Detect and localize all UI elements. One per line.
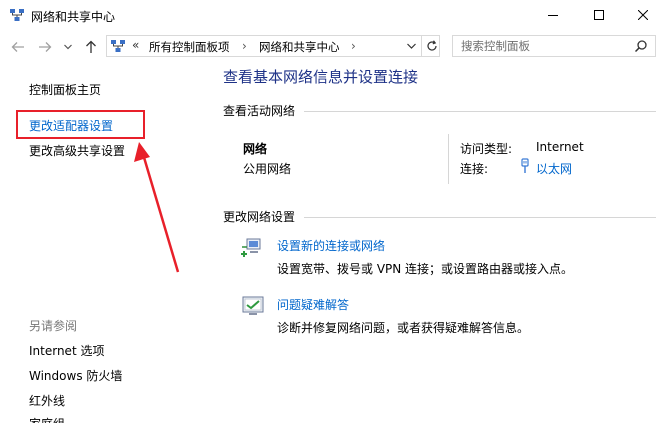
troubleshoot-icon: [242, 296, 264, 315]
network-category: 公用网络: [243, 162, 292, 176]
close-button[interactable]: [620, 0, 664, 30]
sidebar-link-control-panel-home[interactable]: 控制面板主页: [29, 81, 101, 98]
section-divider: [304, 111, 656, 112]
ethernet-connection-link[interactable]: 以太网: [536, 160, 572, 177]
arrow-left-icon: [11, 42, 24, 52]
up-button[interactable]: [82, 38, 100, 56]
forward-button[interactable]: [36, 38, 54, 56]
window-title: 网络和共享中心: [31, 10, 116, 24]
close-icon: [638, 10, 648, 20]
annotation-arrow: [134, 142, 180, 273]
sidebar-link-advanced-sharing-settings[interactable]: 更改高级共享设置: [29, 142, 125, 159]
maximize-button[interactable]: [576, 0, 622, 30]
chevron-down-icon: [64, 44, 72, 50]
task-link-troubleshoot-problems[interactable]: 问题疑难解答: [277, 296, 349, 313]
back-button[interactable]: [9, 38, 27, 56]
task-description: 设置宽带、拨号或 VPN 连接；或设置路由器或接入点。: [277, 262, 574, 276]
search-input[interactable]: [461, 38, 621, 54]
maximize-icon: [594, 10, 604, 20]
access-type-value: Internet: [536, 140, 584, 154]
network-icon: [111, 40, 125, 52]
breadcrumb-all-control-panel-items[interactable]: 所有控制面板项: [149, 39, 230, 55]
minimize-icon: [548, 15, 558, 16]
connection-label: 连接:: [460, 162, 489, 176]
breadcrumb-network-sharing-center[interactable]: 网络和共享中心: [259, 39, 340, 55]
arrow-up-icon: [86, 40, 96, 53]
refresh-button[interactable]: [421, 36, 441, 56]
see-also-heading: 另请参阅: [29, 319, 78, 333]
breadcrumb-separator[interactable]: ›: [242, 39, 247, 53]
minimize-button[interactable]: [530, 0, 576, 30]
search-box[interactable]: [452, 35, 656, 57]
page-title: 查看基本网络信息并设置连接: [223, 68, 419, 86]
vertical-divider: [448, 134, 449, 184]
sidebar-link-infrared[interactable]: 红外线: [29, 392, 65, 409]
annotation-highlight-box: [16, 110, 145, 139]
access-type-label: 访问类型:: [460, 142, 513, 156]
control-panel-window: 网络和共享中心 « 所有控制面板项 › 网络和共享中心 › 搜索控制面板 控制面…: [0, 0, 664, 423]
ethernet-icon: [521, 158, 529, 173]
arrow-right-icon: [39, 42, 52, 52]
task-description: 诊断并修复网络问题，或者获得疑难解答信息。: [277, 321, 530, 335]
section-heading-change-settings: 更改网络设置: [223, 210, 296, 224]
sidebar-link-internet-options[interactable]: Internet 选项: [29, 342, 104, 359]
breadcrumb-separator[interactable]: ›: [351, 39, 356, 53]
new-connection-icon: [241, 238, 261, 257]
network-icon: [10, 9, 24, 21]
sidebar-link-windows-firewall[interactable]: Windows 防火墙: [29, 367, 122, 384]
address-dropdown-button[interactable]: [405, 41, 417, 51]
title-bar[interactable]: 网络和共享中心: [0, 0, 664, 32]
refresh-icon: [426, 40, 437, 51]
chevron-down-icon: [406, 43, 416, 49]
section-heading-active-networks: 查看活动网络: [223, 104, 296, 118]
sidebar-link-homegroup[interactable]: 家庭组: [29, 415, 65, 423]
section-divider: [304, 217, 656, 218]
breadcrumb-overflow[interactable]: «: [132, 38, 139, 52]
address-bar[interactable]: « 所有控制面板项 › 网络和共享中心 ›: [106, 35, 440, 57]
search-icon[interactable]: [634, 39, 648, 53]
recent-locations-button[interactable]: [61, 38, 75, 56]
network-name: 网络: [243, 142, 268, 156]
task-link-setup-new-connection[interactable]: 设置新的连接或网络: [277, 237, 385, 254]
